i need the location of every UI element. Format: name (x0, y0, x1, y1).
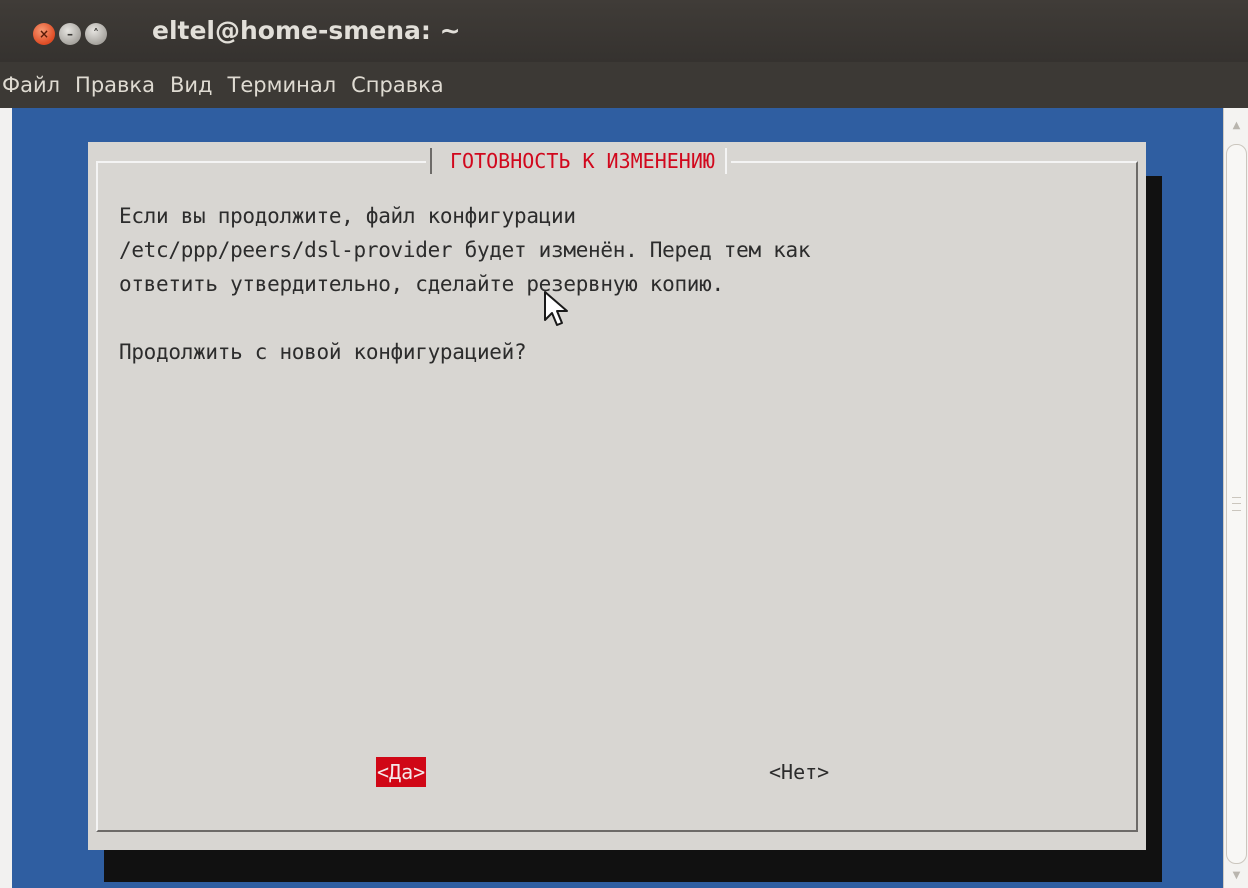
window-titlebar: × – ˄ eltel@home-smena: ~ (0, 0, 1248, 62)
menu-help[interactable]: Справка (344, 73, 452, 97)
maximize-icon[interactable]: ˄ (85, 23, 107, 45)
scroll-down-icon[interactable]: ▼ (1224, 866, 1248, 886)
vertical-scrollbar[interactable]: ▲ ▼ (1223, 108, 1248, 888)
scroll-up-icon[interactable]: ▲ (1224, 116, 1248, 136)
menu-view[interactable]: Вид (163, 73, 221, 97)
confirm-dialog: ГОТОВНОСТЬ К ИЗМЕНЕНИЮ Если вы продолжит… (88, 142, 1146, 850)
dialog-text-line-1: Если вы продолжите, файл конфигурации (119, 204, 576, 228)
close-icon[interactable]: × (33, 23, 55, 45)
menu-terminal[interactable]: Терминал (221, 73, 345, 97)
dialog-text-line-3: ответить утвердительно, сделайте резервн… (119, 272, 724, 296)
yes-button[interactable]: <Да> (376, 757, 427, 787)
no-button[interactable]: <Нет> (768, 757, 830, 787)
menu-file[interactable]: Файл (0, 73, 68, 97)
window-title: eltel@home-smena: ~ (152, 16, 461, 45)
grip-icon (1232, 497, 1241, 511)
dialog-text-line-2: /etc/ppp/peers/dsl-provider будет изменё… (119, 238, 811, 262)
minimize-icon[interactable]: – (59, 23, 81, 45)
dialog-question: Продолжить с новой конфигурацией? (119, 340, 527, 364)
scrollbar-thumb[interactable] (1226, 144, 1247, 864)
dialog-title: ГОТОВНОСТЬ К ИЗМЕНЕНИЮ (426, 148, 731, 174)
menu-edit[interactable]: Правка (68, 73, 163, 97)
menubar: Файл Правка Вид Терминал Справка (0, 62, 1248, 108)
mouse-pointer-icon (544, 291, 568, 326)
